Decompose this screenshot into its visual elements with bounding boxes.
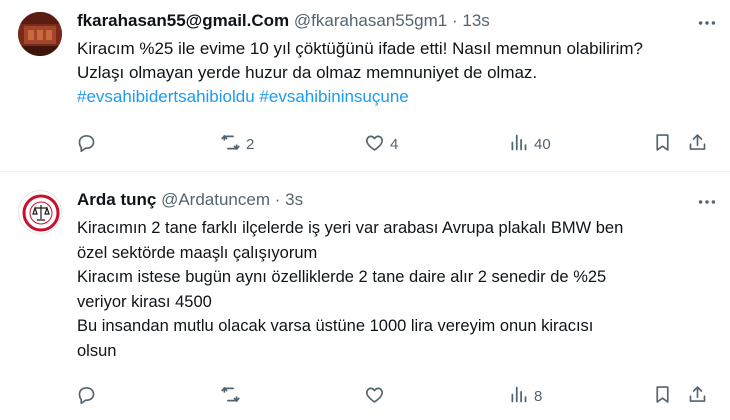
reply-button[interactable]	[76, 384, 102, 408]
tweet-text-line: olsun	[77, 341, 117, 360]
retweet-icon	[220, 132, 241, 157]
avatar[interactable]	[18, 190, 62, 234]
hashtag-link[interactable]: #evsahibidertsahibioldu	[77, 87, 255, 106]
reply-button[interactable]	[76, 132, 102, 156]
retweet-button[interactable]	[220, 384, 246, 408]
bookmark-button[interactable]	[652, 384, 673, 408]
views-chart-icon	[508, 132, 529, 157]
avatar[interactable]	[18, 12, 62, 56]
share-button[interactable]	[687, 132, 708, 156]
more-horizontal-icon[interactable]	[696, 191, 718, 213]
share-icon	[687, 132, 708, 157]
views-chart-icon	[508, 384, 529, 409]
views-count: 8	[534, 387, 543, 405]
tweet-text: Kiracımın 2 tane farklı ilçelerde iş yer…	[77, 216, 687, 363]
reply-icon	[76, 384, 97, 409]
tweet[interactable]: fkarahasan55@gmail.Com @fkarahasan55gm1 …	[0, 0, 730, 172]
tweet-text-line: veriyor kirası 4500	[77, 292, 212, 311]
tweet-text-line: özel sektörde maaşlı çalışıyorum	[77, 243, 318, 262]
hashtag-link[interactable]: #evsahibininsuçune	[259, 87, 408, 106]
tweet-text-line: Kiracım istese bugün aynı özelliklerde 2…	[77, 268, 607, 286]
like-button[interactable]	[364, 384, 390, 408]
views-count: 40	[534, 135, 551, 153]
tweet-text-line: Bu insandan mutlu olacak varsa üstüne 10…	[77, 317, 594, 335]
display-name[interactable]: Arda tunç	[77, 190, 156, 209]
share-button[interactable]	[687, 384, 708, 408]
views-button[interactable]: 40	[508, 132, 551, 156]
tweet-text-line: Uzlaşı olmayan yerde huzur da olmaz memn…	[77, 63, 538, 82]
separator-dot: ·	[270, 190, 286, 209]
share-icon	[687, 384, 708, 409]
tweet-text-line: Kiracım %25 ile evime 10 yıl çöktüğünü i…	[77, 39, 643, 58]
tweet-header: fkarahasan55@gmail.Com @fkarahasan55gm1 …	[77, 10, 490, 32]
more-horizontal-icon[interactable]	[696, 12, 718, 34]
user-handle[interactable]: @fkarahasan55gm1	[294, 11, 447, 30]
tweet-text-line: Kiracımın 2 tane farklı ilçelerde iş yer…	[77, 219, 624, 237]
tweet-actions: 2 4 40	[76, 132, 706, 156]
retweet-count: 2	[246, 135, 255, 153]
views-button[interactable]: 8	[508, 384, 542, 408]
retweet-button[interactable]: 2	[220, 132, 254, 156]
display-name[interactable]: fkarahasan55@gmail.Com	[77, 11, 289, 30]
separator-dot: ·	[447, 11, 463, 30]
user-handle[interactable]: @Ardatuncem	[161, 190, 270, 209]
like-button[interactable]: 4	[364, 132, 398, 156]
timestamp[interactable]: 3s	[285, 190, 303, 209]
hashtag-line: #evsahibidertsahibioldu #evsahibininsuçu…	[77, 85, 717, 109]
reply-icon	[76, 132, 97, 157]
heart-icon	[364, 132, 385, 157]
heart-icon	[364, 384, 385, 409]
timestamp[interactable]: 13s	[462, 11, 489, 30]
like-count: 4	[390, 135, 399, 153]
tweet-header: Arda tunç @Ardatuncem · 3s	[77, 189, 303, 211]
bookmark-icon	[652, 384, 673, 409]
bookmark-icon	[652, 132, 673, 157]
tweet-actions: 8	[76, 384, 706, 408]
bookmark-button[interactable]	[652, 132, 673, 156]
retweet-icon	[220, 384, 241, 409]
tweet[interactable]: Arda tunç @Ardatuncem · 3s Kiracımın 2 t…	[0, 172, 730, 420]
tweet-text: Kiracım %25 ile evime 10 yıl çöktüğünü i…	[77, 37, 717, 109]
